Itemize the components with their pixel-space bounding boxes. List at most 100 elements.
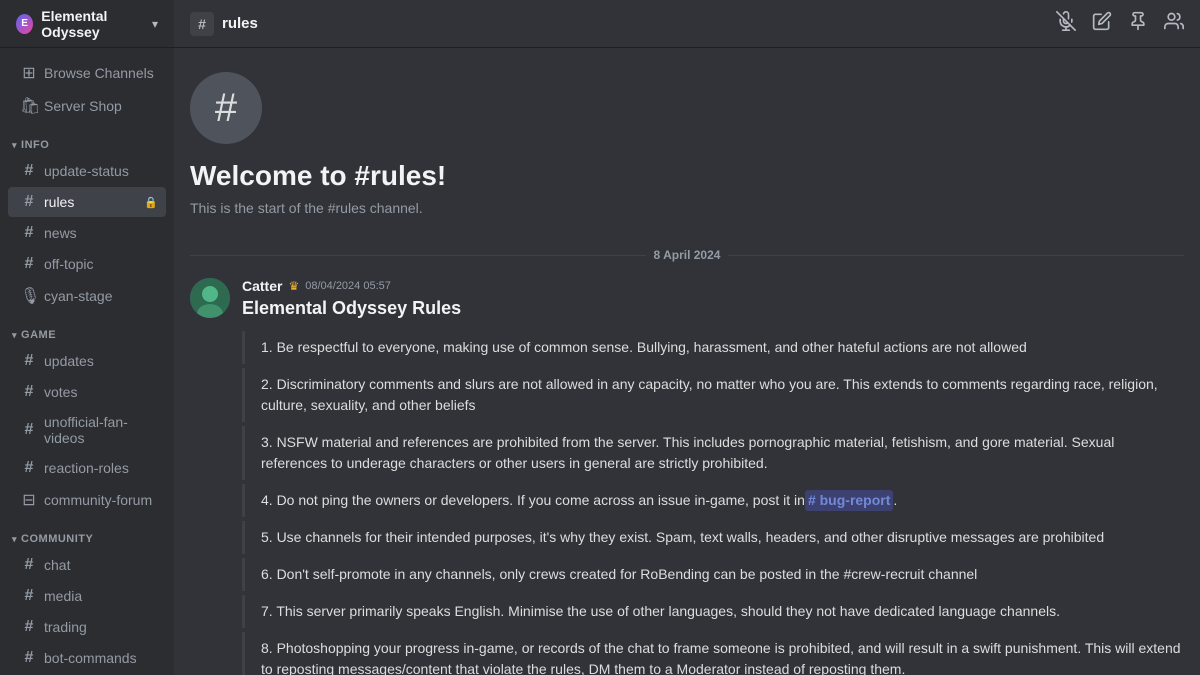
category-info-label: INFO [21,139,49,151]
hash-icon: # [20,459,38,477]
browse-channels-label: Browse Channels [44,65,154,81]
sidebar-item-votes[interactable]: # votes [8,377,166,407]
message-author: Catter [242,278,282,294]
rule-item: 7. This server primarily speaks English.… [242,595,1184,628]
rule-text: 3. NSFW material and references are proh… [261,432,1184,474]
rule-text: 2. Discriminatory comments and slurs are… [261,374,1184,416]
hash-icon: # [20,649,38,667]
messages-area[interactable]: # Welcome to #rules! This is the start o… [174,48,1200,675]
hash-icon: # [20,421,38,439]
rule-item: 4. Do not ping the owners or developers.… [242,484,1184,517]
rules-list: 1. Be respectful to everyone, making use… [242,331,1184,675]
sidebar: E Elemental Odyssey ▾ ⊞ Browse Channels … [0,0,174,675]
avatar [190,278,230,318]
rule-text: 1. Be respectful to everyone, making use… [261,337,1027,358]
sidebar-item-chat[interactable]: # chat [8,550,166,580]
server-header[interactable]: E Elemental Odyssey ▾ [0,0,174,48]
category-arrow-icon: ▾ [12,140,17,151]
sidebar-item-media[interactable]: # media [8,581,166,611]
sidebar-item-server-shop[interactable]: 🛍 Server Shop [8,90,166,122]
category-game[interactable]: ▾ GAME [0,313,174,345]
sidebar-item-reaction-roles[interactable]: # reaction-roles [8,453,166,483]
channel-label: trading [44,619,87,635]
date-divider-text: 8 April 2024 [654,248,721,262]
sidebar-item-browse-channels[interactable]: ⊞ Browse Channels [8,57,166,89]
channel-label: off-topic [44,256,94,272]
server-icon: E [16,14,33,34]
sidebar-nav: ⊞ Browse Channels 🛍 Server Shop ▾ INFO #… [0,48,174,675]
message-group: Catter ♛ 08/04/2024 05:57 Elemental Odys… [190,278,1184,675]
rule-text-end: . [893,490,897,511]
mute-icon[interactable] [1056,11,1076,36]
hash-icon: # [20,352,38,370]
channel-label: media [44,588,82,604]
category-arrow-icon: ▾ [12,534,17,545]
rule-text: 4. Do not ping the owners or developers.… [261,490,805,511]
members-icon[interactable] [1164,11,1184,36]
date-divider: 8 April 2024 [190,248,1184,262]
welcome-title: Welcome to #rules! [190,160,1184,192]
channel-header-icon: # [190,12,214,36]
category-community-label: COMMUNITY [21,533,93,545]
channel-label: chat [44,557,70,573]
hash-icon: # [20,618,38,636]
rule-text: 7. This server primarily speaks English.… [261,601,1060,622]
channel-header-name: rules [222,15,258,32]
server-shop-label: Server Shop [44,98,122,114]
shop-icon: 🛍 [20,96,38,116]
sidebar-item-news[interactable]: # news [8,218,166,248]
channel-label: bot-commands [44,650,137,666]
lock-icon: 🔒 [144,196,158,209]
divider-line-left [190,255,646,256]
sidebar-item-bot-commands[interactable]: # bot-commands [8,643,166,673]
rule-item: 2. Discriminatory comments and slurs are… [242,368,1184,422]
channel-label: cyan-stage [44,288,112,304]
channel-label: unofficial-fan-videos [44,414,158,446]
chevron-down-icon: ▾ [152,17,158,31]
stage-icon: 🎙 [20,286,38,306]
channel-label: updates [44,353,94,369]
hash-icon: # [20,556,38,574]
sidebar-item-update-status[interactable]: # update-status [8,156,166,186]
sidebar-item-updates[interactable]: # updates [8,346,166,376]
sidebar-item-off-topic[interactable]: # off-topic [8,249,166,279]
channel-label: rules [44,194,74,210]
rule-item: 1. Be respectful to everyone, making use… [242,331,1184,364]
server-header-left: E Elemental Odyssey [16,8,152,40]
pin-icon[interactable] [1128,11,1148,36]
main-content: # rules [174,0,1200,675]
welcome-section: # Welcome to #rules! This is the start o… [190,48,1184,232]
welcome-subtitle: This is the start of the #rules channel. [190,200,1184,216]
hash-icon: # [198,16,206,32]
channel-link[interactable]: # bug-report [805,490,893,511]
hash-icon: # [20,224,38,242]
rule-text: 6. Don't self-promote in any channels, o… [261,564,977,585]
divider-line-right [728,255,1184,256]
browse-icon: ⊞ [20,63,38,83]
hash-icon: # [20,383,38,401]
sidebar-item-rules[interactable]: # rules 🔒 [8,187,166,217]
message-meta: Catter ♛ 08/04/2024 05:57 [242,278,1184,294]
hash-icon: # [20,255,38,273]
message-title: Elemental Odyssey Rules [242,298,1184,319]
sidebar-item-trading[interactable]: # trading [8,612,166,642]
channel-header: # rules [174,0,1200,48]
category-community[interactable]: ▾ COMMUNITY [0,517,174,549]
channel-label: community-forum [44,492,152,508]
rule-text: 8. Photoshopping your progress in-game, … [261,638,1184,675]
message-timestamp: 08/04/2024 05:57 [305,280,391,292]
rule-item: 3. NSFW material and references are proh… [242,426,1184,480]
hash-icon: # [20,193,38,211]
hash-icon: # [20,587,38,605]
sidebar-item-unofficial-fan-videos[interactable]: # unofficial-fan-videos [8,408,166,452]
sidebar-item-community-forum[interactable]: ⊟ community-forum [8,484,166,516]
category-info[interactable]: ▾ INFO [0,123,174,155]
edit-icon[interactable] [1092,11,1112,36]
rule-text: 5. Use channels for their intended purpo… [261,527,1104,548]
hash-icon: # [20,162,38,180]
channel-label: reaction-roles [44,460,129,476]
server-name: Elemental Odyssey [41,8,152,40]
rule-item: 5. Use channels for their intended purpo… [242,521,1184,554]
sidebar-item-cyan-stage[interactable]: 🎙 cyan-stage [8,280,166,312]
message-content: Catter ♛ 08/04/2024 05:57 Elemental Odys… [242,278,1184,675]
